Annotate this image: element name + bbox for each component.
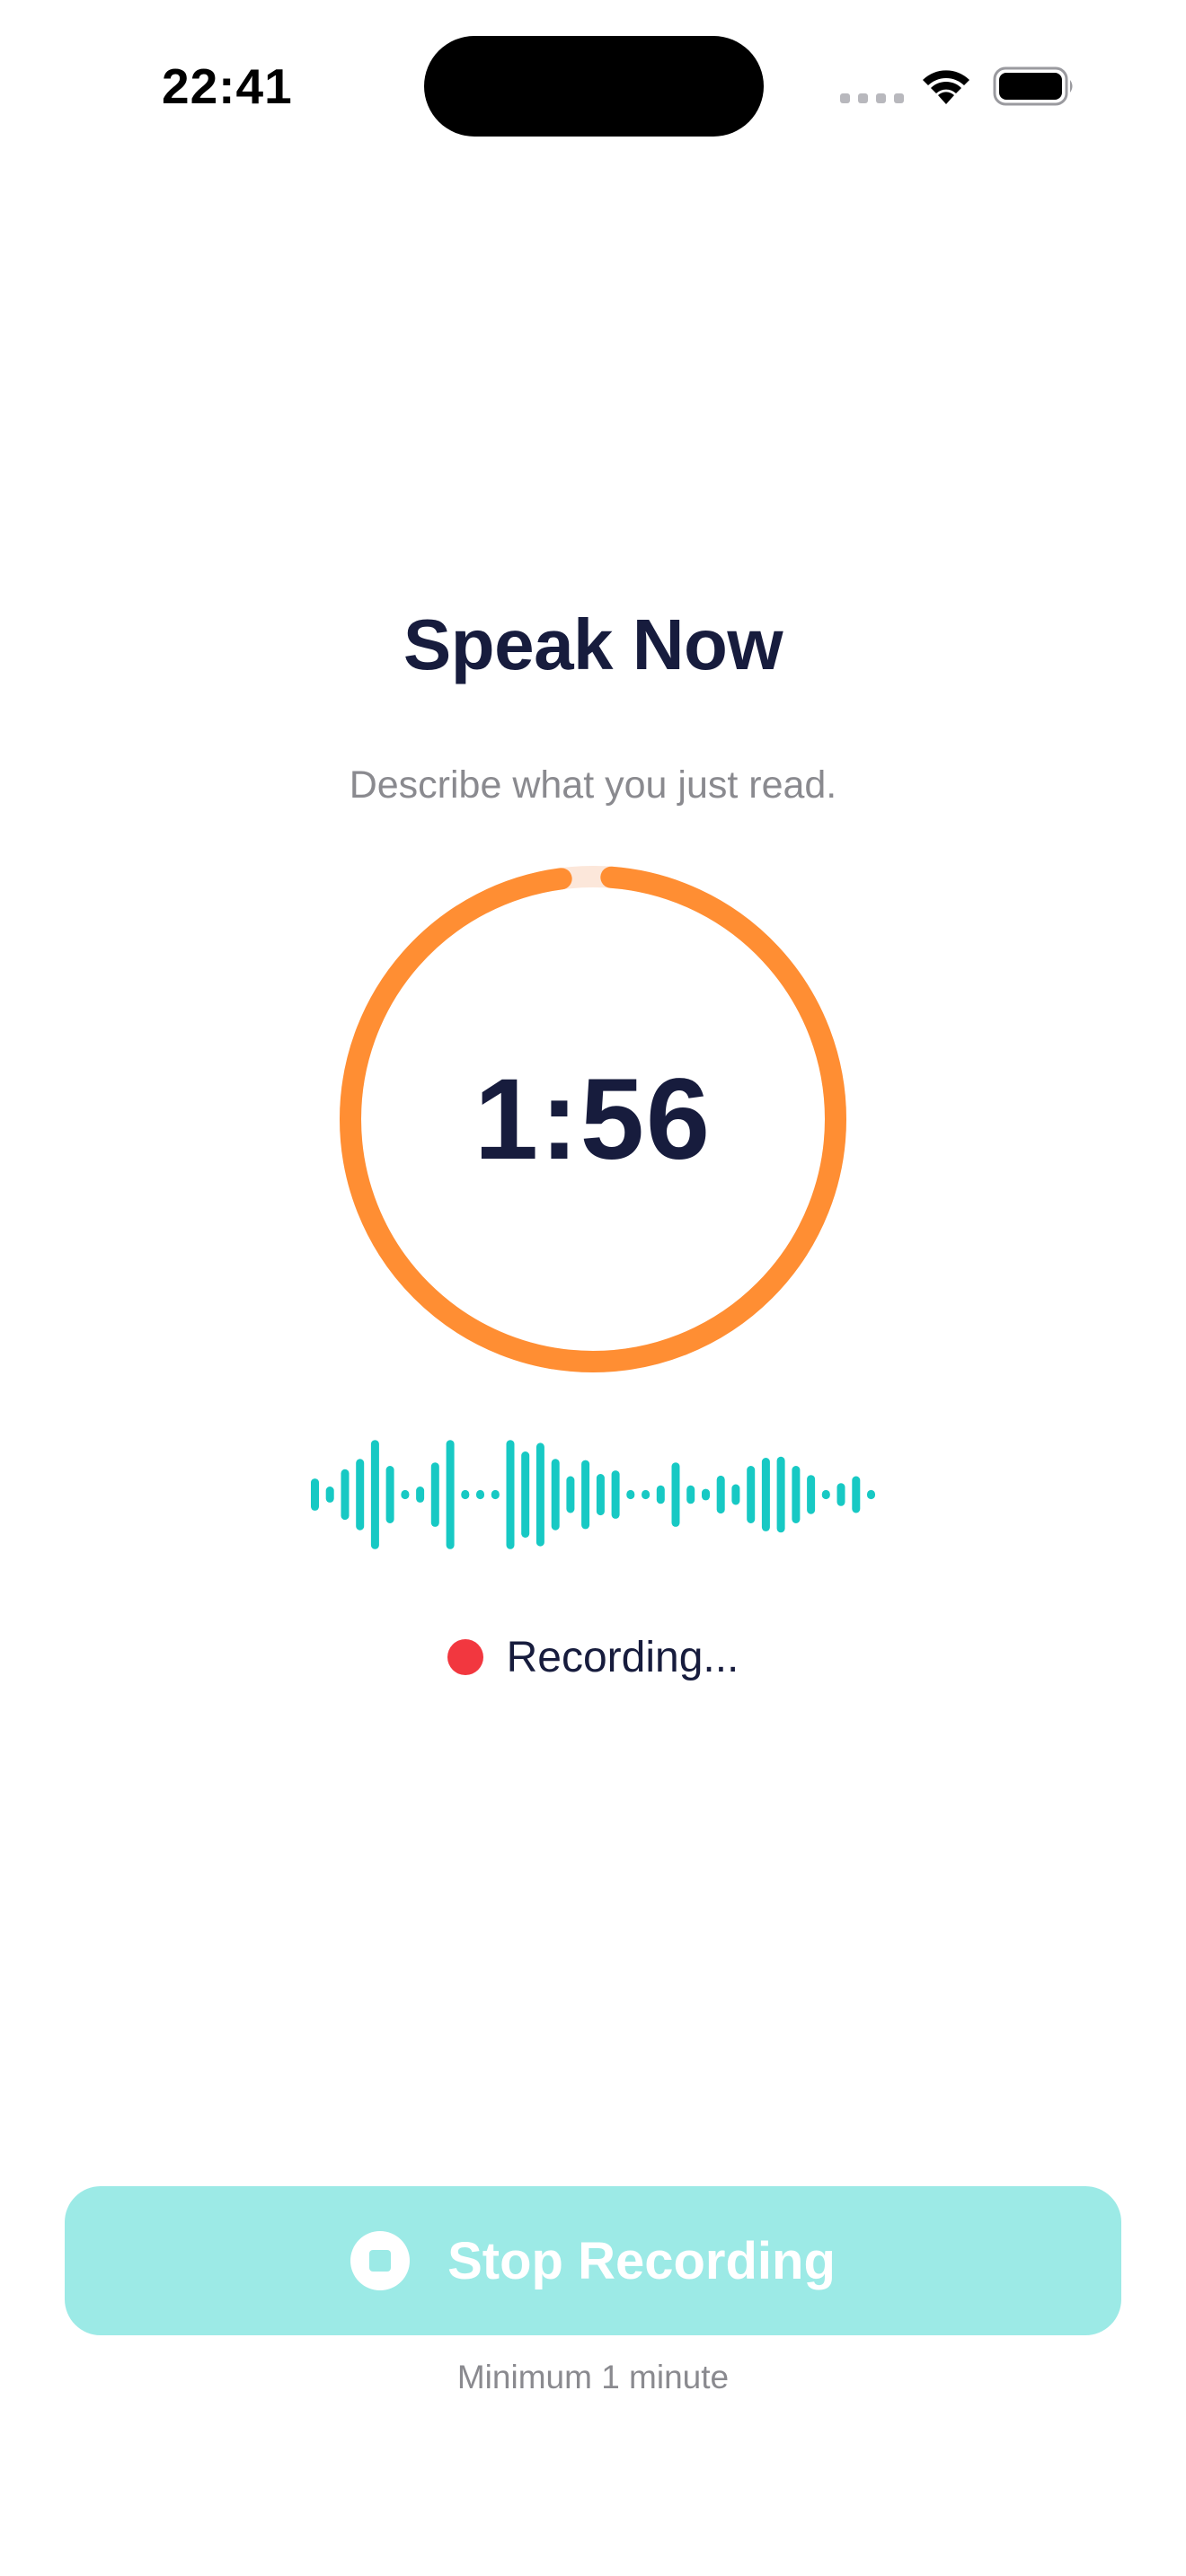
waveform-bar bbox=[792, 1466, 801, 1523]
waveform-bar bbox=[867, 1489, 875, 1500]
minimum-duration-hint: Minimum 1 minute bbox=[456, 2359, 730, 2395]
waveform-bar bbox=[716, 1475, 725, 1514]
battery-icon bbox=[993, 66, 1073, 106]
waveform-bar bbox=[430, 1462, 439, 1527]
waveform-bar bbox=[401, 1489, 410, 1500]
waveform-bar bbox=[686, 1485, 695, 1504]
waveform-bar bbox=[836, 1483, 845, 1506]
waveform-bar bbox=[656, 1485, 665, 1504]
audio-waveform bbox=[311, 1437, 875, 1552]
waveform-bar bbox=[702, 1488, 710, 1501]
stop-recording-label: Stop Recording bbox=[447, 2231, 836, 2290]
waveform-bar bbox=[476, 1489, 484, 1500]
waveform-bar bbox=[311, 1478, 319, 1511]
waveform-bar bbox=[356, 1459, 365, 1531]
waveform-bar bbox=[761, 1458, 770, 1531]
dynamic-island bbox=[424, 36, 764, 137]
cellular-signal-icon bbox=[840, 93, 904, 103]
waveform-bar bbox=[821, 1489, 830, 1500]
waveform-bar bbox=[581, 1460, 590, 1530]
waveform-bar bbox=[370, 1440, 379, 1549]
recording-label: Recording... bbox=[506, 1633, 739, 1681]
waveform-bar bbox=[731, 1484, 740, 1505]
status-bar: 22:41 bbox=[0, 0, 1186, 171]
status-time: 22:41 bbox=[162, 58, 293, 114]
waveform-bar bbox=[747, 1466, 756, 1523]
waveform-bar bbox=[385, 1466, 394, 1523]
waveform-bar bbox=[506, 1440, 515, 1549]
waveform-bar bbox=[852, 1476, 861, 1513]
page-subtitle: Describe what you just read. bbox=[349, 763, 837, 807]
waveform-bar bbox=[611, 1470, 620, 1519]
waveform-bar bbox=[461, 1489, 470, 1500]
waveform-bar bbox=[776, 1456, 785, 1533]
wifi-icon bbox=[923, 70, 969, 104]
recording-status: Recording... bbox=[0, 1630, 1186, 1684]
waveform-bar bbox=[521, 1451, 530, 1538]
waveform-bar bbox=[596, 1474, 605, 1516]
waveform-bar bbox=[551, 1459, 560, 1531]
stop-icon bbox=[350, 2231, 411, 2290]
waveform-bar bbox=[566, 1476, 575, 1513]
waveform-bar bbox=[491, 1489, 500, 1500]
waveform-bar bbox=[446, 1440, 455, 1549]
waveform-bar bbox=[671, 1462, 680, 1527]
countdown-timer: 1:56 bbox=[340, 866, 846, 1372]
waveform-bar bbox=[325, 1486, 334, 1503]
page-title: Speak Now bbox=[403, 604, 783, 684]
waveform-bar bbox=[807, 1475, 816, 1514]
waveform-bar bbox=[535, 1442, 544, 1547]
waveform-bar bbox=[341, 1469, 350, 1521]
waveform-bar bbox=[416, 1486, 425, 1503]
stop-recording-button[interactable]: Stop Recording bbox=[65, 2186, 1121, 2335]
recording-indicator-dot bbox=[447, 1639, 483, 1675]
timer-display: 1:56 bbox=[474, 1054, 712, 1184]
waveform-bar bbox=[626, 1489, 635, 1500]
waveform-bar bbox=[642, 1489, 651, 1500]
status-icons bbox=[840, 63, 1083, 108]
